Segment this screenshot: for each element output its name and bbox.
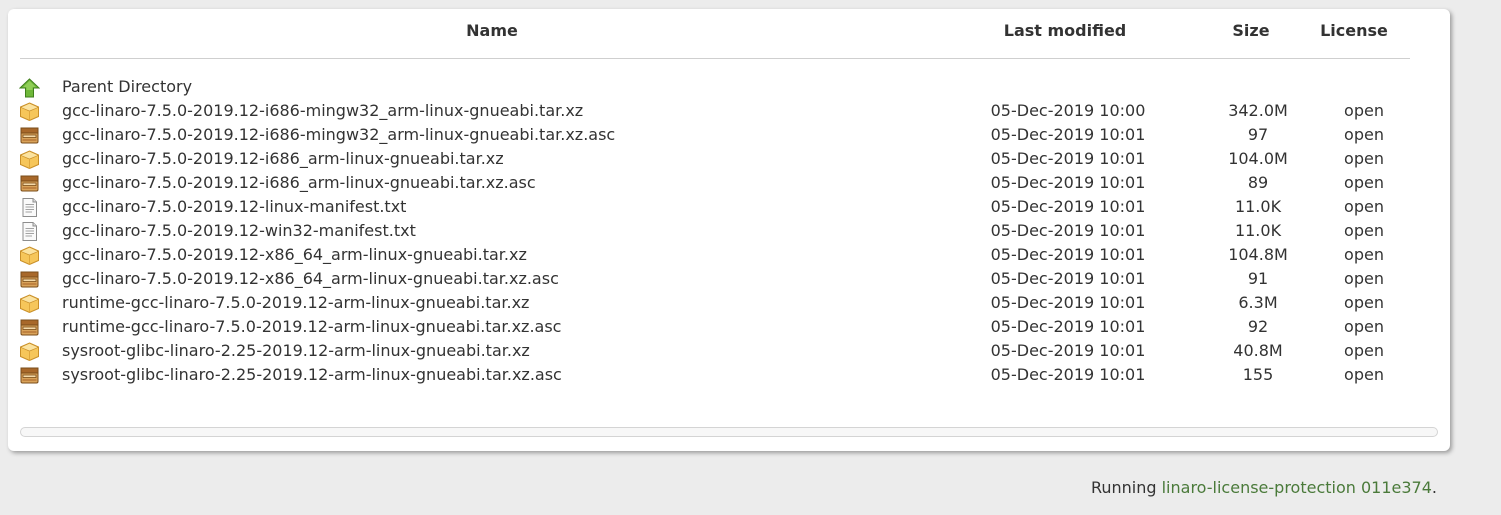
box-icon [19, 126, 40, 144]
horizontal-scrollbar[interactable] [20, 427, 1438, 437]
table-row[interactable]: runtime-gcc-linaro-7.5.0-2019.12-arm-lin… [8, 291, 1450, 315]
last-modified-cell: 05-Dec-2019 10:01 [990, 245, 1146, 264]
footer-suffix: . [1431, 478, 1437, 497]
file-link[interactable]: gcc-linaro-7.5.0-2019.12-linux-manifest.… [62, 197, 406, 216]
last-modified-cell: 05-Dec-2019 10:01 [990, 293, 1146, 312]
size-cell: 155 [1242, 365, 1274, 384]
file-link[interactable]: gcc-linaro-7.5.0-2019.12-i686-mingw32_ar… [62, 101, 583, 120]
size-cell: 92 [1247, 317, 1269, 336]
last-modified-cell: 05-Dec-2019 10:01 [990, 197, 1146, 216]
box-icon [19, 174, 40, 192]
license-cell: open [1344, 245, 1384, 264]
footer-prefix: Running [1090, 478, 1162, 497]
license-cell: open [1344, 101, 1384, 120]
file-link[interactable]: runtime-gcc-linaro-7.5.0-2019.12-arm-lin… [62, 293, 529, 312]
up-arrow-icon [18, 78, 41, 98]
size-cell: 104.8M [1228, 245, 1288, 264]
last-modified-cell: 05-Dec-2019 10:01 [990, 365, 1146, 384]
table-row[interactable]: gcc-linaro-7.5.0-2019.12-i686_arm-linux-… [8, 171, 1450, 195]
size-cell: 89 [1247, 173, 1269, 192]
table-row[interactable]: gcc-linaro-7.5.0-2019.12-x86_64_arm-linu… [8, 243, 1450, 267]
footer-version-link[interactable]: linaro-license-protection 011e374 [1162, 478, 1432, 497]
last-modified-cell: 05-Dec-2019 10:00 [990, 101, 1146, 120]
archive-icon [19, 150, 40, 170]
license-cell: open [1344, 317, 1384, 336]
table-row[interactable]: gcc-linaro-7.5.0-2019.12-i686-mingw32_ar… [8, 123, 1450, 147]
header-divider [20, 58, 1410, 59]
table-header: Name Last modified Size License [8, 9, 1450, 59]
license-cell: open [1344, 149, 1384, 168]
size-cell: 91 [1247, 269, 1269, 288]
last-modified-cell: 05-Dec-2019 10:01 [990, 125, 1146, 144]
archive-icon [19, 246, 40, 266]
column-header-license[interactable]: License [1314, 21, 1394, 40]
license-cell: open [1344, 221, 1384, 240]
size-cell: 11.0K [1234, 197, 1282, 216]
file-link[interactable]: gcc-linaro-7.5.0-2019.12-win32-manifest.… [62, 221, 416, 240]
size-cell: 6.3M [1238, 293, 1278, 312]
table-row[interactable]: gcc-linaro-7.5.0-2019.12-linux-manifest.… [8, 195, 1450, 219]
table-row[interactable]: gcc-linaro-7.5.0-2019.12-i686_arm-linux-… [8, 147, 1450, 171]
file-link[interactable]: gcc-linaro-7.5.0-2019.12-x86_64_arm-linu… [62, 269, 559, 288]
file-link[interactable]: runtime-gcc-linaro-7.5.0-2019.12-arm-lin… [62, 317, 561, 336]
footer-status: Running linaro-license-protection 011e37… [1091, 478, 1437, 497]
license-cell: open [1344, 365, 1384, 384]
size-cell: 11.0K [1234, 221, 1282, 240]
last-modified-cell: 05-Dec-2019 10:01 [990, 317, 1146, 336]
table-row[interactable]: runtime-gcc-linaro-7.5.0-2019.12-arm-lin… [8, 315, 1450, 339]
table-row[interactable]: gcc-linaro-7.5.0-2019.12-x86_64_arm-linu… [8, 267, 1450, 291]
directory-listing-panel: Name Last modified Size License Parent D… [8, 9, 1450, 451]
archive-icon [19, 102, 40, 122]
file-list: Parent Directory gcc-linaro-7.5.0-2019.1… [8, 75, 1450, 387]
box-icon [19, 270, 40, 288]
license-cell: open [1344, 125, 1384, 144]
last-modified-cell: 05-Dec-2019 10:01 [990, 149, 1146, 168]
size-cell: 40.8M [1233, 341, 1283, 360]
box-icon [19, 366, 40, 384]
file-link[interactable]: gcc-linaro-7.5.0-2019.12-x86_64_arm-linu… [62, 245, 527, 264]
size-cell: 104.0M [1228, 149, 1288, 168]
file-link[interactable]: gcc-linaro-7.5.0-2019.12-i686_arm-linux-… [62, 173, 536, 192]
table-row[interactable]: gcc-linaro-7.5.0-2019.12-win32-manifest.… [8, 219, 1450, 243]
parent-directory-link[interactable]: Parent Directory [62, 77, 192, 96]
text-file-icon [19, 222, 40, 241]
license-cell: open [1344, 269, 1384, 288]
file-link[interactable]: gcc-linaro-7.5.0-2019.12-i686_arm-linux-… [62, 149, 504, 168]
column-header-name[interactable]: Name [408, 21, 576, 40]
box-icon [19, 318, 40, 336]
file-link[interactable]: gcc-linaro-7.5.0-2019.12-i686-mingw32_ar… [62, 125, 615, 144]
file-link[interactable]: sysroot-glibc-linaro-2.25-2019.12-arm-li… [62, 365, 562, 384]
archive-icon [19, 342, 40, 362]
table-row[interactable]: sysroot-glibc-linaro-2.25-2019.12-arm-li… [8, 363, 1450, 387]
last-modified-cell: 05-Dec-2019 10:01 [990, 269, 1146, 288]
table-row[interactable]: sysroot-glibc-linaro-2.25-2019.12-arm-li… [8, 339, 1450, 363]
size-cell: 97 [1247, 125, 1269, 144]
last-modified-cell: 05-Dec-2019 10:01 [990, 341, 1146, 360]
last-modified-cell: 05-Dec-2019 10:01 [990, 221, 1146, 240]
table-row[interactable]: gcc-linaro-7.5.0-2019.12-i686-mingw32_ar… [8, 99, 1450, 123]
license-cell: open [1344, 173, 1384, 192]
text-file-icon [19, 198, 40, 217]
license-cell: open [1344, 293, 1384, 312]
size-cell: 342.0M [1228, 101, 1288, 120]
file-link[interactable]: sysroot-glibc-linaro-2.25-2019.12-arm-li… [62, 341, 530, 360]
column-header-last-modified[interactable]: Last modified [978, 21, 1152, 40]
parent-directory-row[interactable]: Parent Directory [8, 75, 1450, 99]
column-header-size[interactable]: Size [1218, 21, 1284, 40]
license-cell: open [1344, 197, 1384, 216]
license-cell: open [1344, 341, 1384, 360]
archive-icon [19, 294, 40, 314]
last-modified-cell: 05-Dec-2019 10:01 [990, 173, 1146, 192]
